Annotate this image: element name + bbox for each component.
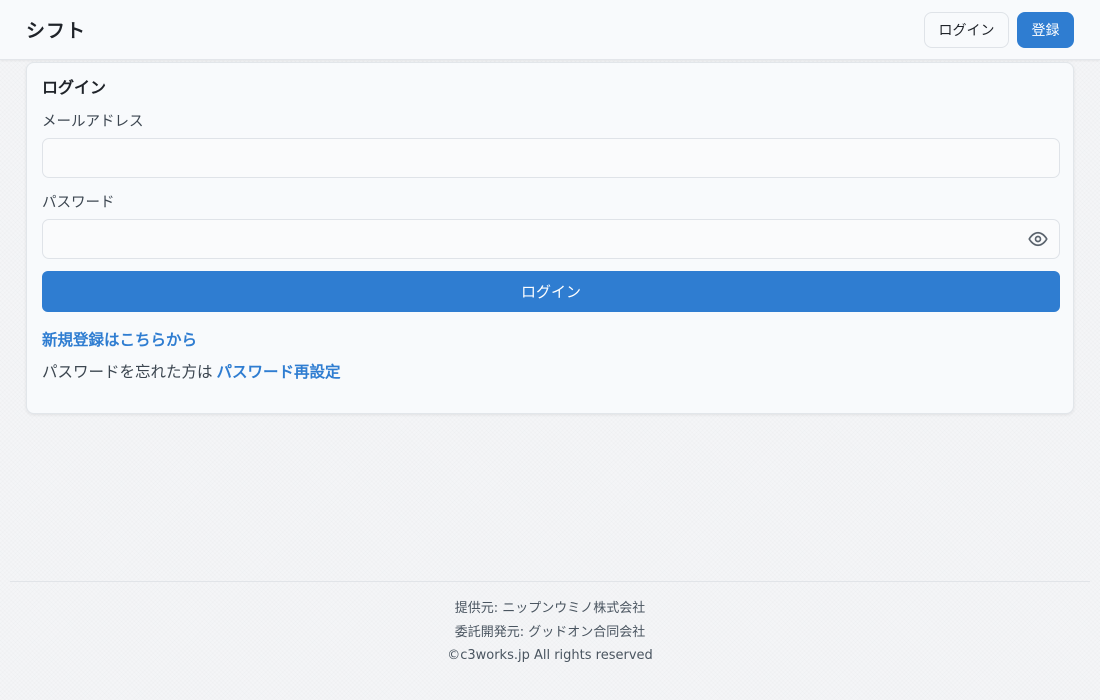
footer-developer: 委託開発元: グッドオン合同会社 bbox=[454, 624, 646, 640]
email-field-wrap bbox=[42, 138, 1060, 178]
header-register-button[interactable]: 登録 bbox=[1017, 11, 1074, 48]
eye-icon[interactable] bbox=[1028, 229, 1048, 249]
header-login-button[interactable]: ログイン bbox=[924, 11, 1009, 48]
password-reset-line: パスワードを忘れた方は パスワード再設定 bbox=[42, 362, 1058, 382]
password-field[interactable] bbox=[42, 219, 1060, 259]
signup-link[interactable]: 新規登録はこちらから bbox=[42, 330, 197, 350]
footer-provider: 提供元: ニップンウミノ株式会社 bbox=[454, 601, 646, 616]
password-label: パスワード bbox=[42, 195, 115, 211]
footer-divider bbox=[10, 581, 1090, 582]
app-header: シフト ログイン 登録 bbox=[0, 0, 1100, 60]
header-actions: ログイン 登録 bbox=[924, 11, 1074, 48]
login-card: ログイン メールアドレス パスワード ログイン 新規登録はこちらから パスワード… bbox=[26, 62, 1074, 414]
app-brand[interactable]: シフト bbox=[26, 16, 86, 43]
password-reset-link[interactable]: パスワード再設定 bbox=[217, 363, 341, 381]
footer-copyright: ©c3works.jp All rights reserved bbox=[447, 648, 653, 663]
email-field[interactable] bbox=[42, 138, 1060, 178]
forgot-password-text: パスワードを忘れた方は bbox=[42, 363, 213, 381]
login-submit-button[interactable]: ログイン bbox=[42, 271, 1060, 312]
page-footer: 提供元: ニップンウミノ株式会社 委託開発元: グッドオン合同会社 ©c3wor… bbox=[0, 597, 1100, 668]
email-label: メールアドレス bbox=[42, 114, 144, 130]
login-title: ログイン bbox=[42, 78, 107, 97]
password-field-wrap bbox=[42, 219, 1060, 259]
